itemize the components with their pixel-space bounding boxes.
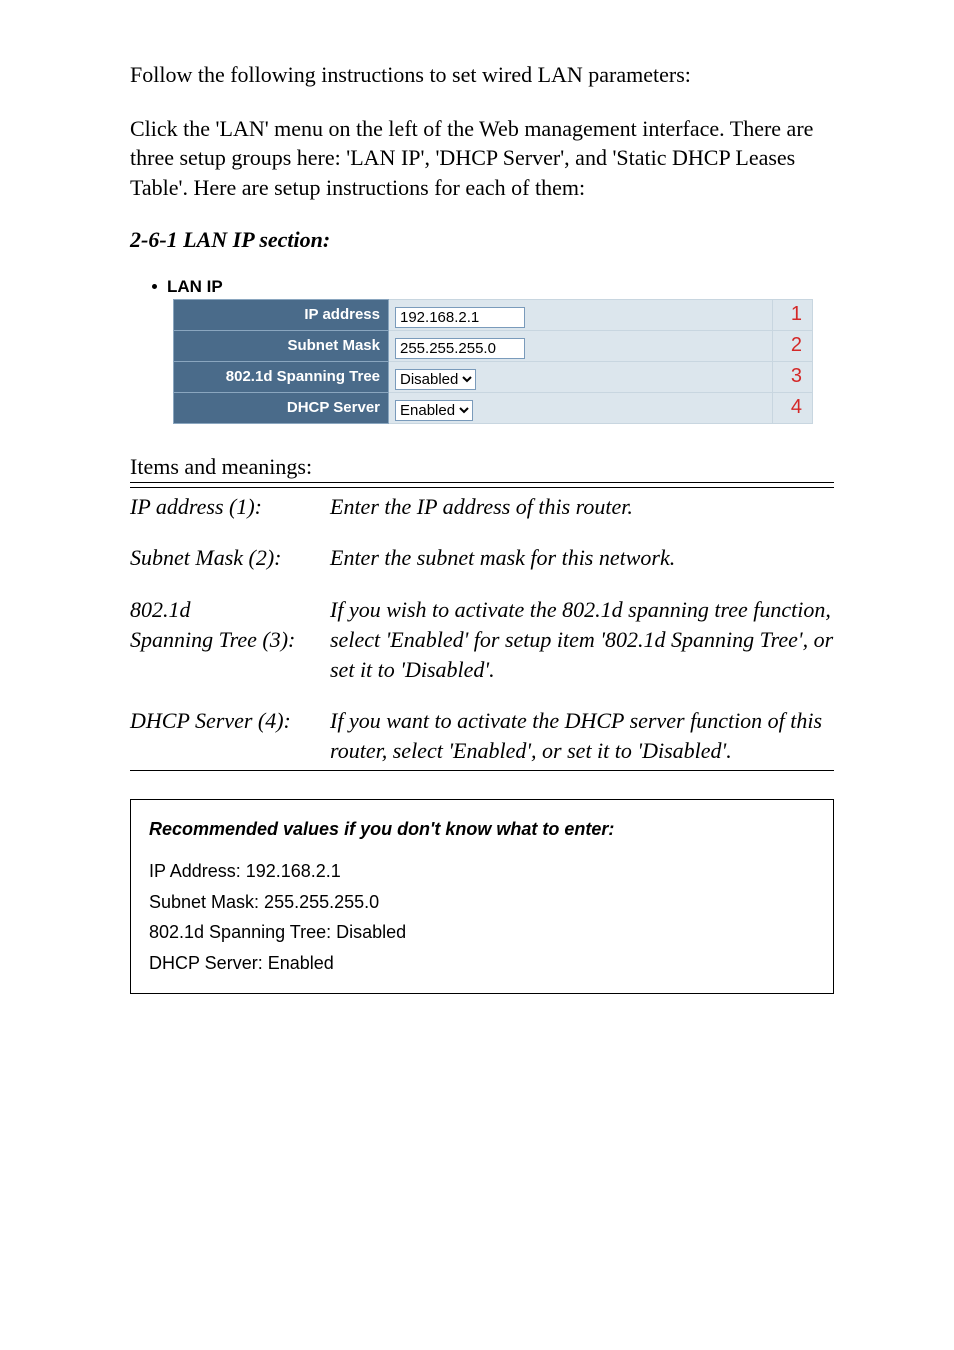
row-label-dhcp: DHCP Server — [174, 392, 389, 423]
meanings-table: IP address (1): Enter the IP address of … — [130, 487, 834, 771]
row-number-3: 3 — [773, 361, 813, 392]
subnet-mask-input[interactable] — [395, 338, 525, 359]
meaning-desc-spanning: If you wish to activate the 802.1d spann… — [330, 595, 834, 684]
intro-paragraph-1: Follow the following instructions to set… — [130, 60, 834, 90]
ip-address-input[interactable] — [395, 307, 525, 328]
bullet-icon — [152, 284, 157, 289]
meanings-heading: Items and meanings: — [130, 454, 834, 483]
table-row: IP address 1 — [174, 299, 813, 330]
table-row: 802.1d Spanning Tree Disabled 3 — [174, 361, 813, 392]
meaning-row: Subnet Mask (2): Enter the subnet mask f… — [130, 543, 834, 573]
row-value-ip — [389, 299, 773, 330]
meaning-term-spanning: 802.1d Spanning Tree (3): — [130, 595, 330, 684]
lan-ip-header-label: LAN IP — [167, 277, 223, 297]
row-number-2: 2 — [773, 330, 813, 361]
recommended-title: Recommended values if you don't know wha… — [149, 814, 815, 857]
meaning-desc-ip: Enter the IP address of this router. — [330, 487, 834, 521]
lan-ip-table: IP address 1 Subnet Mask 2 802.1d Spanni… — [173, 299, 813, 424]
row-label-ip: IP address — [174, 299, 389, 330]
meaning-row: IP address (1): Enter the IP address of … — [130, 487, 834, 521]
meaning-term-subnet: Subnet Mask (2): — [130, 543, 330, 573]
table-row: DHCP Server Enabled 4 — [174, 392, 813, 423]
section-title: 2-6-1 LAN IP section: — [130, 227, 834, 253]
meaning-desc-subnet: Enter the subnet mask for this network. — [330, 543, 834, 573]
meaning-term-ip: IP address (1): — [130, 487, 330, 521]
recommended-line-spanning: 802.1d Spanning Tree: Disabled — [149, 917, 815, 948]
intro-paragraph-2: Click the 'LAN' menu on the left of the … — [130, 114, 834, 203]
row-value-spanning: Disabled — [389, 361, 773, 392]
meaning-row: DHCP Server (4): If you want to activate… — [130, 706, 834, 770]
row-number-1: 1 — [773, 299, 813, 330]
spanning-tree-select[interactable]: Disabled — [395, 369, 476, 390]
recommended-box: Recommended values if you don't know wha… — [130, 799, 834, 994]
meaning-term-dhcp: DHCP Server (4): — [130, 706, 330, 770]
row-number-4: 4 — [773, 392, 813, 423]
recommended-line-dhcp: DHCP Server: Enabled — [149, 948, 815, 979]
row-label-subnet: Subnet Mask — [174, 330, 389, 361]
row-value-subnet — [389, 330, 773, 361]
row-label-spanning: 802.1d Spanning Tree — [174, 361, 389, 392]
recommended-line-ip: IP Address: 192.168.2.1 — [149, 856, 815, 887]
meaning-desc-dhcp: If you want to activate the DHCP server … — [330, 706, 834, 770]
table-row: Subnet Mask 2 — [174, 330, 813, 361]
row-value-dhcp: Enabled — [389, 392, 773, 423]
lan-ip-block: LAN IP IP address 1 Subnet Mask 2 802.1d… — [130, 277, 834, 424]
dhcp-server-select[interactable]: Enabled — [395, 400, 473, 421]
recommended-line-subnet: Subnet Mask: 255.255.255.0 — [149, 887, 815, 918]
meaning-row: 802.1d Spanning Tree (3): If you wish to… — [130, 595, 834, 684]
lan-ip-header: LAN IP — [152, 277, 834, 297]
